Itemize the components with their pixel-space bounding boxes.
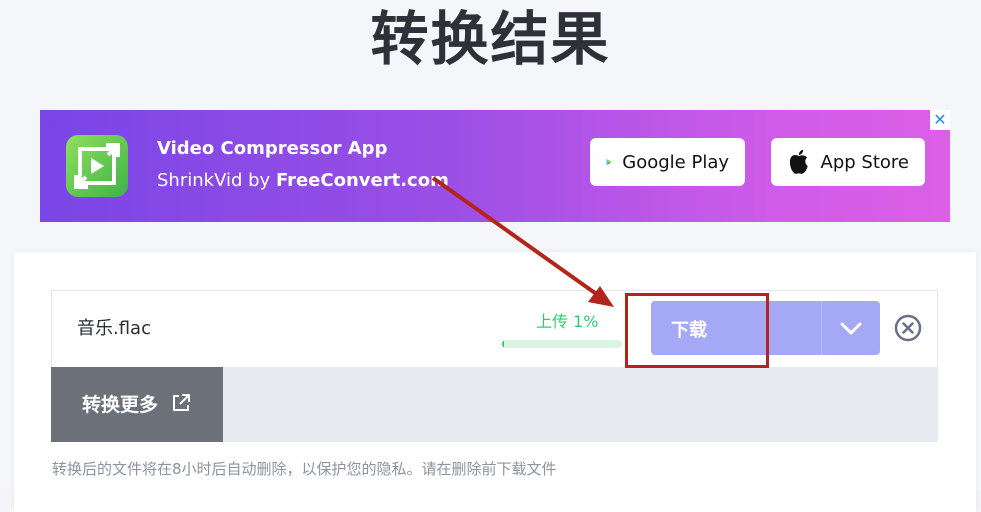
highlight-box	[625, 293, 769, 368]
convert-more-label: 转换更多	[82, 394, 159, 416]
close-icon[interactable]: ✕	[930, 110, 950, 130]
ad-banner[interactable]: ✕ Video Compressor App ShrinkVid by Free…	[40, 110, 950, 222]
ad-subtitle-prefix: ShrinkVid by	[157, 170, 276, 191]
google-play-icon	[606, 158, 613, 166]
convert-more-button[interactable]: 转换更多	[51, 367, 223, 442]
close-circle-icon	[894, 314, 922, 342]
download-options-dropdown[interactable]	[822, 301, 880, 355]
video-compress-logo-icon	[66, 135, 128, 197]
external-link-icon	[173, 394, 190, 411]
app-store-label: App Store	[820, 151, 909, 173]
ad-title: Video Compressor App	[157, 138, 388, 159]
ad-subtitle: ShrinkVid by FreeConvert.com	[157, 170, 449, 191]
ad-subtitle-brand: FreeConvert.com	[275, 170, 449, 191]
remove-file-button[interactable]	[894, 314, 922, 342]
upload-progress-fill	[502, 340, 505, 348]
deletion-note: 转换后的文件将在8小时后自动删除，以保护您的隐私。请在删除前下载文件	[52, 460, 557, 478]
file-name: 音乐.flac	[77, 318, 151, 339]
upload-status: 上传 1%	[536, 312, 599, 331]
google-play-button[interactable]: Google Play	[590, 138, 745, 186]
app-store-button[interactable]: App Store	[771, 138, 925, 186]
chevron-down-icon	[840, 322, 862, 335]
upload-progress-bar	[502, 340, 622, 348]
apple-icon	[789, 149, 808, 174]
google-play-label: Google Play	[622, 151, 729, 173]
page-title: 转换结果	[370, 5, 611, 73]
